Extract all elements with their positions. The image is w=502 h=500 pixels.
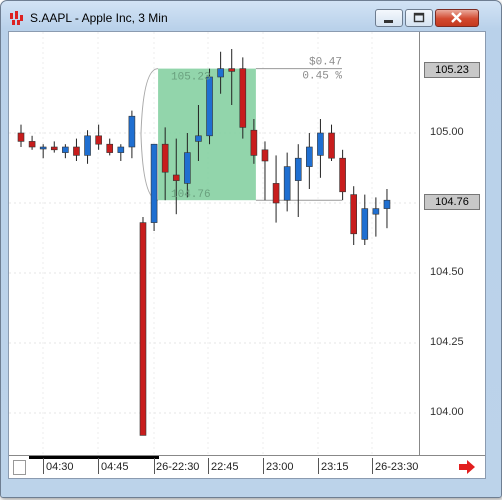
x-tick-label: 04:45 — [101, 461, 129, 473]
minimize-button[interactable] — [375, 9, 403, 27]
x-tick-label: 26-23:30 — [375, 461, 419, 473]
x-tick-mark — [208, 458, 209, 474]
last-high-price-marker: 105.23 — [424, 62, 480, 78]
candle-up — [195, 135, 202, 142]
candle-down — [272, 183, 280, 204]
candle-down — [161, 143, 169, 173]
candle-up — [150, 143, 158, 223]
candle-up — [283, 166, 291, 201]
x-tick-label: 23:15 — [321, 461, 349, 473]
chart-area[interactable]: 105.23 104.76 $0.47 0.45 % 105.00 104.50 10… — [8, 31, 486, 479]
candle-down — [228, 68, 236, 72]
candle-down — [172, 174, 180, 181]
percent-change-label: 0.45 % — [302, 71, 342, 83]
candle-up — [372, 208, 380, 215]
plot-area[interactable]: 105.23 104.76 $0.47 0.45 % — [9, 32, 419, 455]
candle-up — [117, 146, 125, 153]
candle-up — [39, 146, 47, 150]
candle-up — [383, 199, 391, 209]
minimize-icon — [384, 20, 393, 23]
session-bar — [29, 456, 159, 459]
candle-down — [250, 129, 258, 156]
candle-down — [239, 68, 247, 128]
price-axis[interactable]: 105.00 104.50 104.25 104.00 105.23 104.7… — [419, 32, 486, 455]
candle-up — [62, 146, 69, 153]
maximize-icon — [413, 12, 425, 23]
x-tick-label: 22:45 — [211, 461, 239, 473]
candle-down — [73, 146, 80, 156]
candle-down — [28, 141, 36, 148]
candle-down — [339, 157, 346, 193]
candle-up — [84, 135, 91, 156]
candle-up — [184, 152, 191, 184]
candle-down — [139, 222, 147, 436]
candlestick-chart: 105.23 104.76 $0.47 0.45 % — [9, 32, 419, 455]
candle-up — [206, 76, 213, 137]
x-tick-mark — [154, 458, 155, 474]
x-tick-label: 04:30 — [46, 461, 74, 473]
y-tick-label: 104.50 — [430, 266, 464, 278]
candle-up — [294, 157, 302, 181]
y-tick-label: 104.25 — [430, 336, 464, 348]
x-tick-mark — [372, 458, 373, 474]
y-tick-label: 105.00 — [430, 126, 464, 138]
x-tick-label: 23:00 — [266, 461, 294, 473]
candle-down — [50, 146, 58, 151]
title-bar[interactable]: S.AAPL - Apple Inc, 3 Min — [1, 1, 501, 31]
chart-window: S.AAPL - Apple Inc, 3 Min 105.23 104.76 $0… — [0, 0, 502, 498]
time-axis[interactable]: 04:30 04:45 26-22:30 22:45 23:00 23:15 2… — [9, 455, 485, 478]
x-tick-mark — [43, 458, 44, 474]
candle-down — [261, 149, 269, 162]
last-low-price-marker: 104.76 — [424, 194, 480, 210]
candle-up — [128, 115, 136, 148]
scroll-box[interactable] — [13, 460, 26, 475]
candle-up — [317, 132, 324, 156]
candle-down — [328, 132, 335, 159]
price-change-label: $0.47 — [309, 57, 342, 69]
close-icon — [451, 12, 462, 23]
maximize-button[interactable] — [405, 9, 433, 27]
x-tick-mark — [263, 458, 264, 474]
y-tick-label: 104.00 — [430, 406, 464, 418]
x-tick-mark — [318, 458, 319, 474]
scroll-right-arrow-icon[interactable] — [459, 460, 475, 474]
candle-down — [95, 135, 102, 145]
candle-up — [217, 68, 224, 78]
x-tick-mark — [98, 458, 99, 474]
window-title: S.AAPL - Apple Inc, 3 Min — [30, 11, 168, 25]
candle-down — [350, 194, 358, 235]
app-icon — [10, 11, 23, 25]
candle-up — [306, 146, 313, 167]
x-tick-label: 26-22:30 — [156, 461, 200, 473]
candle-down — [106, 143, 114, 153]
box-top-price-label: 105.23 — [171, 72, 211, 84]
box-bottom-price-label: 104.76 — [171, 189, 211, 201]
candle-up — [361, 208, 369, 240]
candle-down — [17, 132, 25, 142]
close-button[interactable] — [435, 9, 479, 27]
